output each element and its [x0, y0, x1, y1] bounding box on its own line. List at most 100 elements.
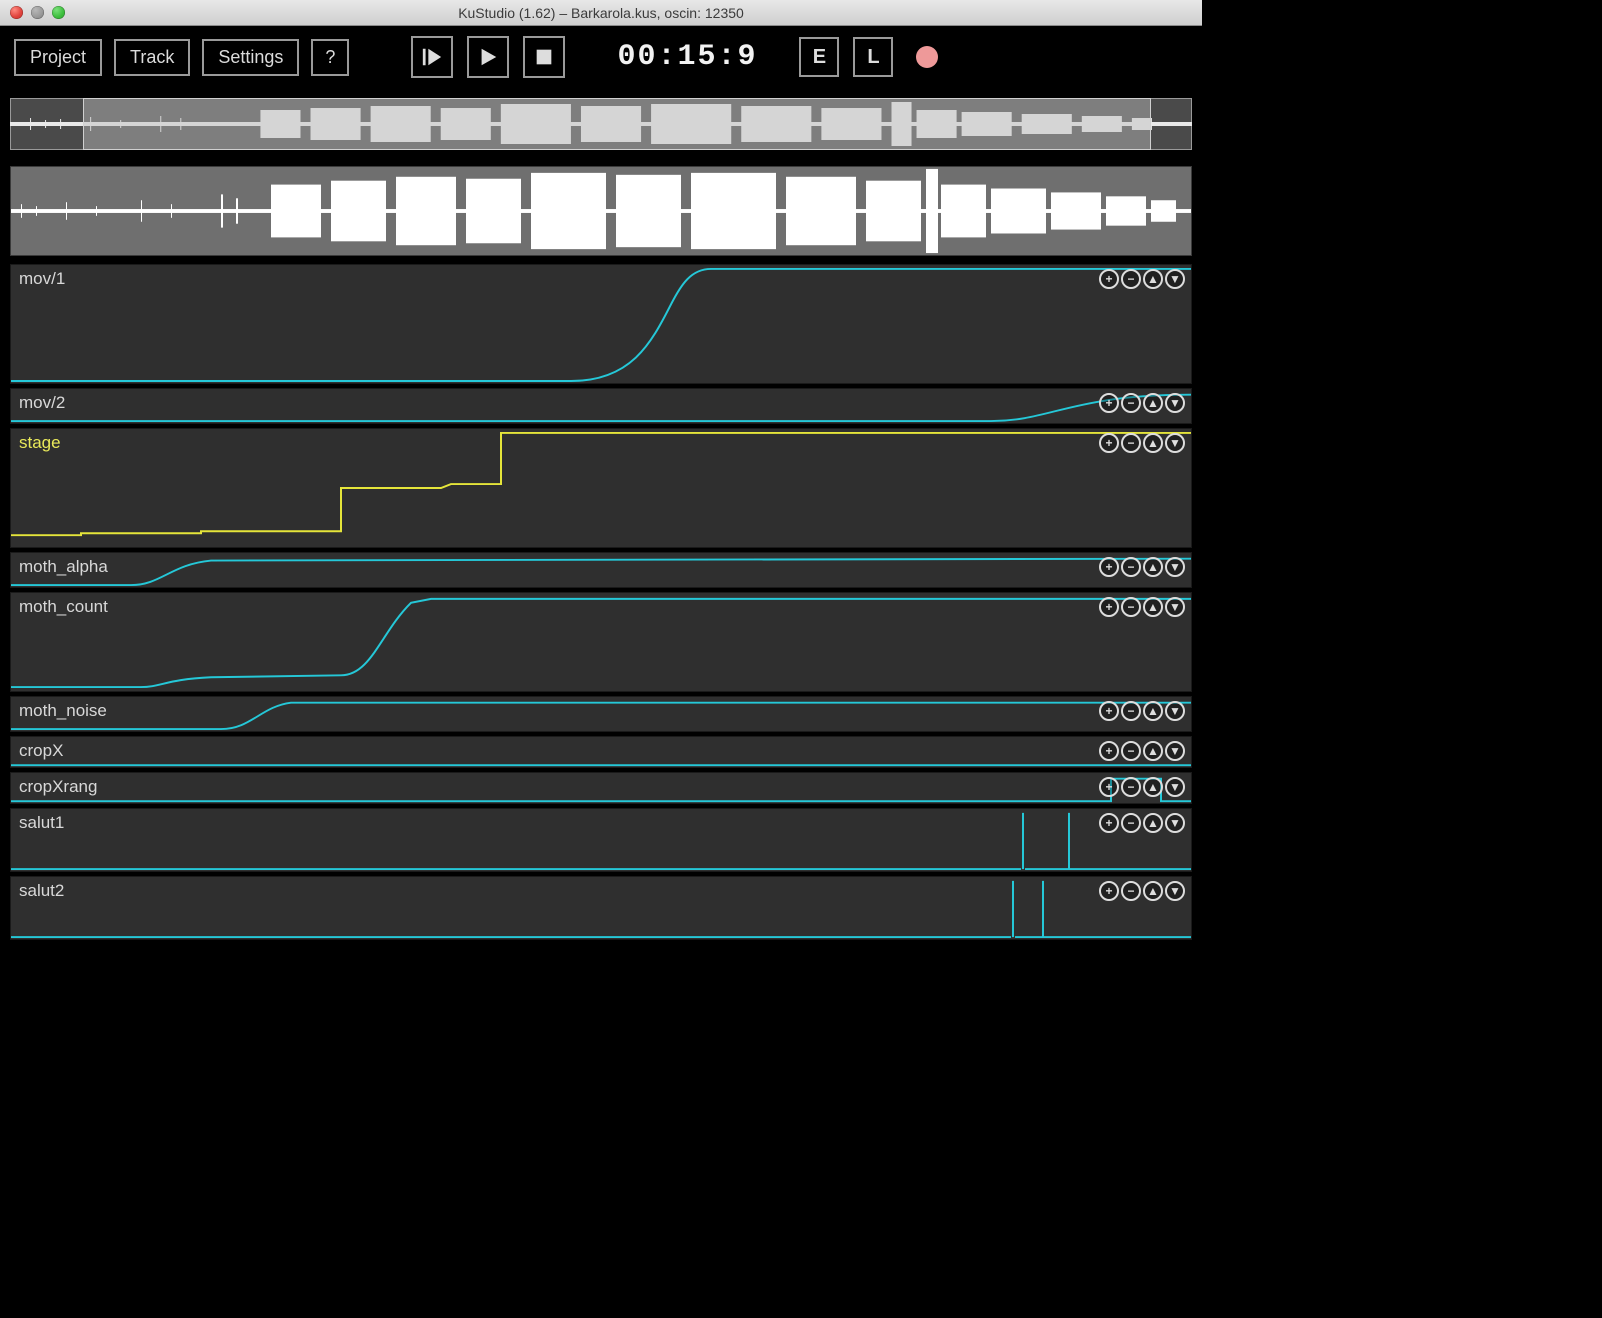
track-move-down-button[interactable]: ▼: [1165, 701, 1185, 721]
minus-icon: −: [1127, 436, 1134, 450]
track-move-down-button[interactable]: ▼: [1165, 393, 1185, 413]
plus-icon: +: [1105, 780, 1112, 794]
track-row[interactable]: salut2+−▲▼: [10, 876, 1192, 940]
window-title: KuStudio (1.62) – Barkarola.kus, oscin: …: [0, 5, 1202, 21]
track-curve: [11, 389, 1191, 423]
track-row[interactable]: mov/1+−▲▼: [10, 264, 1192, 384]
window-zoom-button[interactable]: [52, 6, 65, 19]
transport-controls: [411, 36, 565, 78]
stop-icon: [533, 46, 555, 68]
track-remove-button[interactable]: −: [1121, 701, 1141, 721]
main-wave-icon: [11, 167, 1191, 255]
chevron-down-icon: ▼: [1169, 396, 1181, 410]
track-move-down-button[interactable]: ▼: [1165, 741, 1185, 761]
track-remove-button[interactable]: −: [1121, 557, 1141, 577]
track-add-button[interactable]: +: [1099, 557, 1119, 577]
track-remove-button[interactable]: −: [1121, 741, 1141, 761]
traffic-lights: [10, 6, 65, 19]
loop-mode-button[interactable]: L: [853, 37, 893, 77]
track-add-button[interactable]: +: [1099, 701, 1119, 721]
track-add-button[interactable]: +: [1099, 777, 1119, 797]
track-row[interactable]: moth_alpha+−▲▼: [10, 552, 1192, 588]
plus-icon: +: [1105, 600, 1112, 614]
play-from-start-button[interactable]: [411, 36, 453, 78]
overview-selection[interactable]: [83, 98, 1150, 150]
settings-menu-button[interactable]: Settings: [202, 39, 299, 76]
track-add-button[interactable]: +: [1099, 813, 1119, 833]
track-row[interactable]: salut1+−▲▼: [10, 808, 1192, 872]
track-controls: + −▲ ▼: [1099, 777, 1185, 797]
track-controls: +−▲ ▼: [1099, 813, 1185, 833]
track-move-down-button[interactable]: ▼: [1165, 813, 1185, 833]
track-move-up-button[interactable]: ▲: [1143, 269, 1163, 289]
track-move-up-button[interactable]: ▲: [1143, 701, 1163, 721]
track-add-button[interactable]: +: [1099, 269, 1119, 289]
track-curve: [11, 429, 1191, 547]
record-button[interactable]: [907, 37, 947, 77]
help-button[interactable]: ?: [311, 39, 349, 76]
track-row[interactable]: moth_count+−▲▼: [10, 592, 1192, 692]
track-move-down-button[interactable]: ▼: [1165, 557, 1185, 577]
track-menu-button[interactable]: Track: [114, 39, 190, 76]
track-remove-button[interactable]: −: [1121, 433, 1141, 453]
chevron-up-icon: ▲: [1147, 560, 1159, 574]
play-button[interactable]: [467, 36, 509, 78]
track-move-up-button[interactable]: ▲: [1143, 433, 1163, 453]
track-move-up-button[interactable]: ▲: [1143, 393, 1163, 413]
track-move-up-button[interactable]: ▲: [1143, 813, 1163, 833]
track-curve: [11, 265, 1191, 383]
track-curve: [11, 773, 1191, 803]
window-minimize-button[interactable]: [31, 6, 44, 19]
track-remove-button[interactable]: −: [1121, 881, 1141, 901]
track-move-up-button[interactable]: ▲: [1143, 557, 1163, 577]
track-controls: +−▲ ▼: [1099, 701, 1185, 721]
window-titlebar: KuStudio (1.62) – Barkarola.kus, oscin: …: [0, 0, 1202, 26]
track-add-button[interactable]: +: [1099, 597, 1119, 617]
track-add-button[interactable]: +: [1099, 741, 1119, 761]
track-curve: [11, 809, 1191, 871]
track-controls: +−▲ ▼: [1099, 269, 1185, 289]
track-move-down-button[interactable]: ▼: [1165, 269, 1185, 289]
track-remove-button[interactable]: −: [1121, 269, 1141, 289]
track-move-down-button[interactable]: ▼: [1165, 777, 1185, 797]
track-remove-button[interactable]: −: [1121, 597, 1141, 617]
track-move-up-button[interactable]: ▲: [1143, 597, 1163, 617]
track-row[interactable]: stage+−▲▼: [10, 428, 1192, 548]
plus-icon: +: [1105, 396, 1112, 410]
track-move-down-button[interactable]: ▼: [1165, 881, 1185, 901]
plus-icon: +: [1105, 704, 1112, 718]
chevron-up-icon: ▲: [1147, 272, 1159, 286]
track-row[interactable]: cropX+−▲▼: [10, 736, 1192, 768]
chevron-up-icon: ▲: [1147, 704, 1159, 718]
track-move-down-button[interactable]: ▼: [1165, 597, 1185, 617]
track-move-up-button[interactable]: ▲: [1143, 777, 1163, 797]
track-remove-button[interactable]: −: [1121, 393, 1141, 413]
plus-icon: +: [1105, 272, 1112, 286]
track-move-down-button[interactable]: ▼: [1165, 433, 1185, 453]
window-close-button[interactable]: [10, 6, 23, 19]
plus-icon: +: [1105, 560, 1112, 574]
chevron-down-icon: ▼: [1169, 704, 1181, 718]
chevron-up-icon: ▲: [1147, 780, 1159, 794]
toolbar: Project Track Settings ? 00:15:9 E L: [0, 26, 1202, 88]
mode-buttons: E L: [799, 37, 947, 77]
minus-icon: −: [1127, 816, 1134, 830]
edit-mode-button[interactable]: E: [799, 37, 839, 77]
main-waveform[interactable]: [10, 166, 1192, 256]
track-row[interactable]: moth_noise+−▲▼: [10, 696, 1192, 732]
minus-icon: −: [1127, 780, 1134, 794]
stop-button[interactable]: [523, 36, 565, 78]
track-controls: +−▲ ▼: [1099, 393, 1185, 413]
track-add-button[interactable]: +: [1099, 393, 1119, 413]
track-remove-button[interactable]: −: [1121, 777, 1141, 797]
chevron-down-icon: ▼: [1169, 816, 1181, 830]
track-row[interactable]: cropXrang+−▲▼: [10, 772, 1192, 804]
track-move-up-button[interactable]: ▲: [1143, 881, 1163, 901]
track-row[interactable]: mov/2+−▲▼: [10, 388, 1192, 424]
track-add-button[interactable]: +: [1099, 881, 1119, 901]
track-add-button[interactable]: +: [1099, 433, 1119, 453]
track-move-up-button[interactable]: ▲: [1143, 741, 1163, 761]
track-remove-button[interactable]: −: [1121, 813, 1141, 833]
project-menu-button[interactable]: Project: [14, 39, 102, 76]
overview-waveform[interactable]: [10, 92, 1192, 156]
